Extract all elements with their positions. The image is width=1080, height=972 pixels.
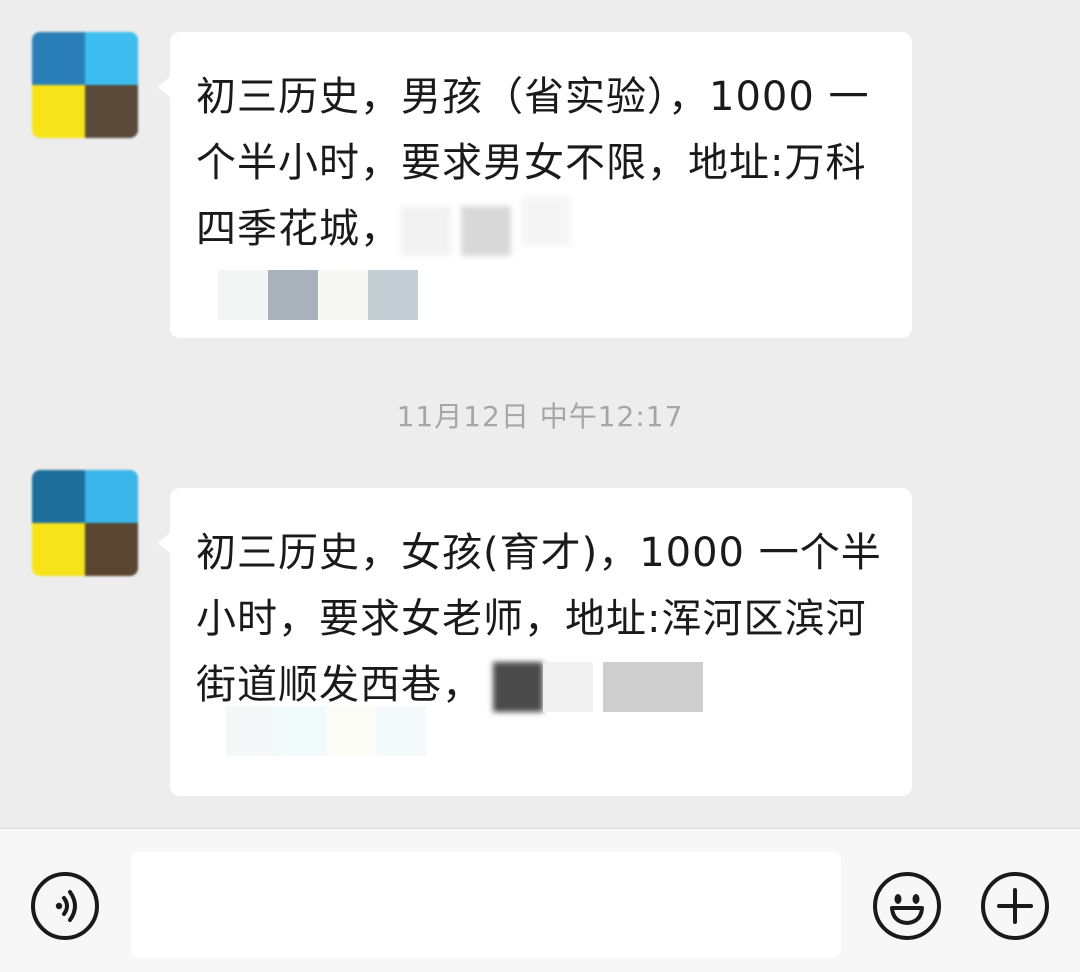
redacted-area [196, 706, 886, 776]
message-text: 初三历史，男孩（省实验），1000 一个半小时，要求男女不限，地址:万科四季花城… [196, 64, 886, 262]
avatar-tile [85, 523, 138, 576]
redaction-pixel [218, 270, 268, 320]
emoji-smile-icon [890, 894, 924, 925]
redaction-pixel [226, 706, 276, 756]
timestamp: 11月12日 中午12:17 [396, 400, 684, 433]
avatar-tile [32, 85, 85, 138]
redacted-area [401, 196, 621, 256]
redaction-pixel [276, 706, 326, 756]
plus-icon [997, 888, 1033, 924]
avatar[interactable] [32, 32, 138, 138]
avatar-tile [32, 523, 85, 576]
redaction-pixel [318, 270, 368, 320]
chat-input-bar [0, 828, 1080, 972]
emoji-button[interactable] [873, 872, 941, 940]
avatar-tile [85, 470, 138, 523]
more-button[interactable] [981, 872, 1049, 940]
message-text: 初三历史，女孩(育才)，1000 一个半小时，要求女老师，地址:浑河区滨河街道顺… [196, 520, 886, 718]
redaction-pixel [461, 206, 511, 256]
message-input[interactable] [131, 852, 841, 958]
redaction-pixel [543, 662, 593, 712]
avatar-tile [32, 470, 85, 523]
message-bubble[interactable]: 初三历史，男孩（省实验），1000 一个半小时，要求男女不限，地址:万科四季花城… [158, 32, 912, 338]
redacted-area [483, 662, 703, 712]
redaction-pixel [493, 662, 543, 712]
redaction-pixel [521, 196, 571, 246]
avatar-tile [85, 32, 138, 85]
redacted-area [196, 270, 886, 320]
avatar[interactable] [32, 470, 138, 576]
redaction-pixel [603, 662, 703, 712]
message-bubble[interactable]: 初三历史，女孩(育才)，1000 一个半小时，要求女老师，地址:浑河区滨河街道顺… [158, 488, 912, 796]
redaction-pixel [376, 706, 426, 756]
redaction-pixel [401, 206, 451, 256]
avatar-tile [85, 85, 138, 138]
redaction-pixel [368, 270, 418, 320]
redaction-pixel [326, 706, 376, 756]
chat-message-list[interactable]: 初三历史，男孩（省实验），1000 一个半小时，要求男女不限，地址:万科四季花城… [0, 0, 1080, 828]
voice-icon [55, 890, 77, 922]
redaction-pixel [268, 270, 318, 320]
voice-button[interactable] [31, 872, 99, 940]
avatar-tile [32, 32, 85, 85]
